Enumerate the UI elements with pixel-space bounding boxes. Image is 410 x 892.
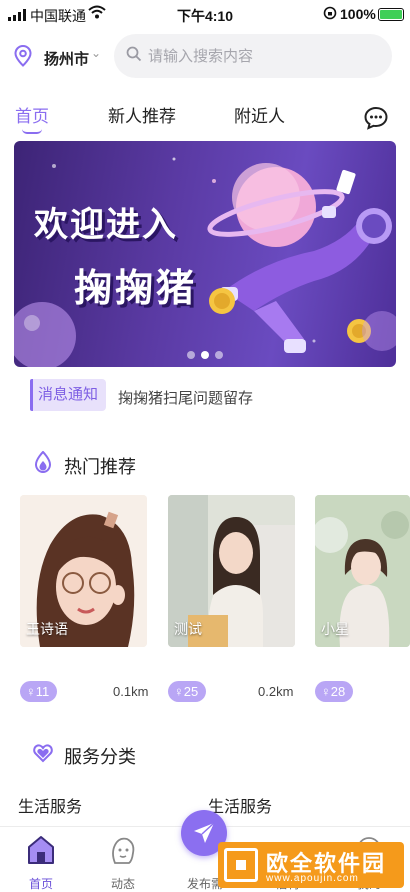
profile-card[interactable]: 小星 xyxy=(315,495,410,647)
nav-label: 动态 xyxy=(110,877,135,891)
female-icon: ♀ xyxy=(321,684,331,699)
gender-age-badge: ♀28 xyxy=(315,681,354,702)
section-title-services: 服务分类 xyxy=(64,747,136,767)
profile-name: 测试 xyxy=(174,621,202,637)
watermark-url: www.apoujin.com xyxy=(266,873,359,884)
banner-title-line2: 掬掬猪 xyxy=(74,268,198,310)
notice-text[interactable]: 掬掬猪扫尾问题留存 xyxy=(118,387,253,408)
female-icon: ♀ xyxy=(26,684,36,699)
city-selector[interactable]: 扬州市 xyxy=(44,48,89,69)
banner-illustration xyxy=(14,157,396,367)
rotation-lock-icon xyxy=(323,6,337,23)
gender-age-badge: ♀25 xyxy=(168,681,207,702)
status-bar: 中国联通 下午4:10 100% xyxy=(0,0,410,30)
location-pin-icon[interactable] xyxy=(14,44,32,72)
watermark-logo xyxy=(224,848,258,882)
search-bar[interactable] xyxy=(114,34,392,78)
banner-title-line1: 欢迎进入 xyxy=(34,206,178,244)
message-icon[interactable] xyxy=(364,106,388,135)
search-icon xyxy=(126,46,142,67)
notice-tag: 消息通知 xyxy=(30,379,107,411)
watermark: 欧全软件园 www.apoujin.com xyxy=(218,842,404,888)
battery-percent: 100% xyxy=(340,6,376,22)
profile-card[interactable]: 测试 xyxy=(168,495,295,647)
category-item[interactable]: 生活服务 xyxy=(18,793,82,817)
tab-nearby[interactable]: 附近人 xyxy=(234,102,285,127)
carousel-dot[interactable] xyxy=(215,351,223,359)
flame-icon xyxy=(33,450,53,478)
section-title-hot: 热门推荐 xyxy=(64,457,136,477)
tab-new-recommend[interactable]: 新人推荐 xyxy=(108,102,176,127)
heart-icon xyxy=(33,743,53,768)
gender-age-badge: ♀11 xyxy=(20,681,58,702)
distance-label: 0.1km xyxy=(113,684,149,699)
promo-banner[interactable]: 欢迎进入 掬掬猪 xyxy=(14,141,396,367)
carousel-indicator xyxy=(14,351,396,359)
category-item[interactable]: 生活服务 xyxy=(208,793,272,817)
profile-name: 小星 xyxy=(321,621,349,637)
nav-home[interactable]: 首页 xyxy=(0,827,82,892)
moments-icon xyxy=(109,835,137,870)
female-icon: ♀ xyxy=(174,684,184,699)
chevron-down-icon[interactable]: ⌄ xyxy=(91,46,101,60)
tab-home[interactable]: 首页 xyxy=(15,102,49,127)
battery-icon xyxy=(378,8,404,21)
profile-card[interactable]: 王诗语 xyxy=(20,495,147,647)
active-tab-indicator xyxy=(22,129,42,134)
nav-label: 首页 xyxy=(28,877,53,891)
carousel-dot-active[interactable] xyxy=(201,351,209,359)
nav-moments[interactable]: 动态 xyxy=(82,827,164,892)
search-input[interactable] xyxy=(148,47,368,65)
carousel-dot[interactable] xyxy=(187,351,195,359)
home-icon xyxy=(27,835,55,870)
distance-label: 0.2km xyxy=(258,684,294,699)
profile-name: 王诗语 xyxy=(26,621,68,637)
